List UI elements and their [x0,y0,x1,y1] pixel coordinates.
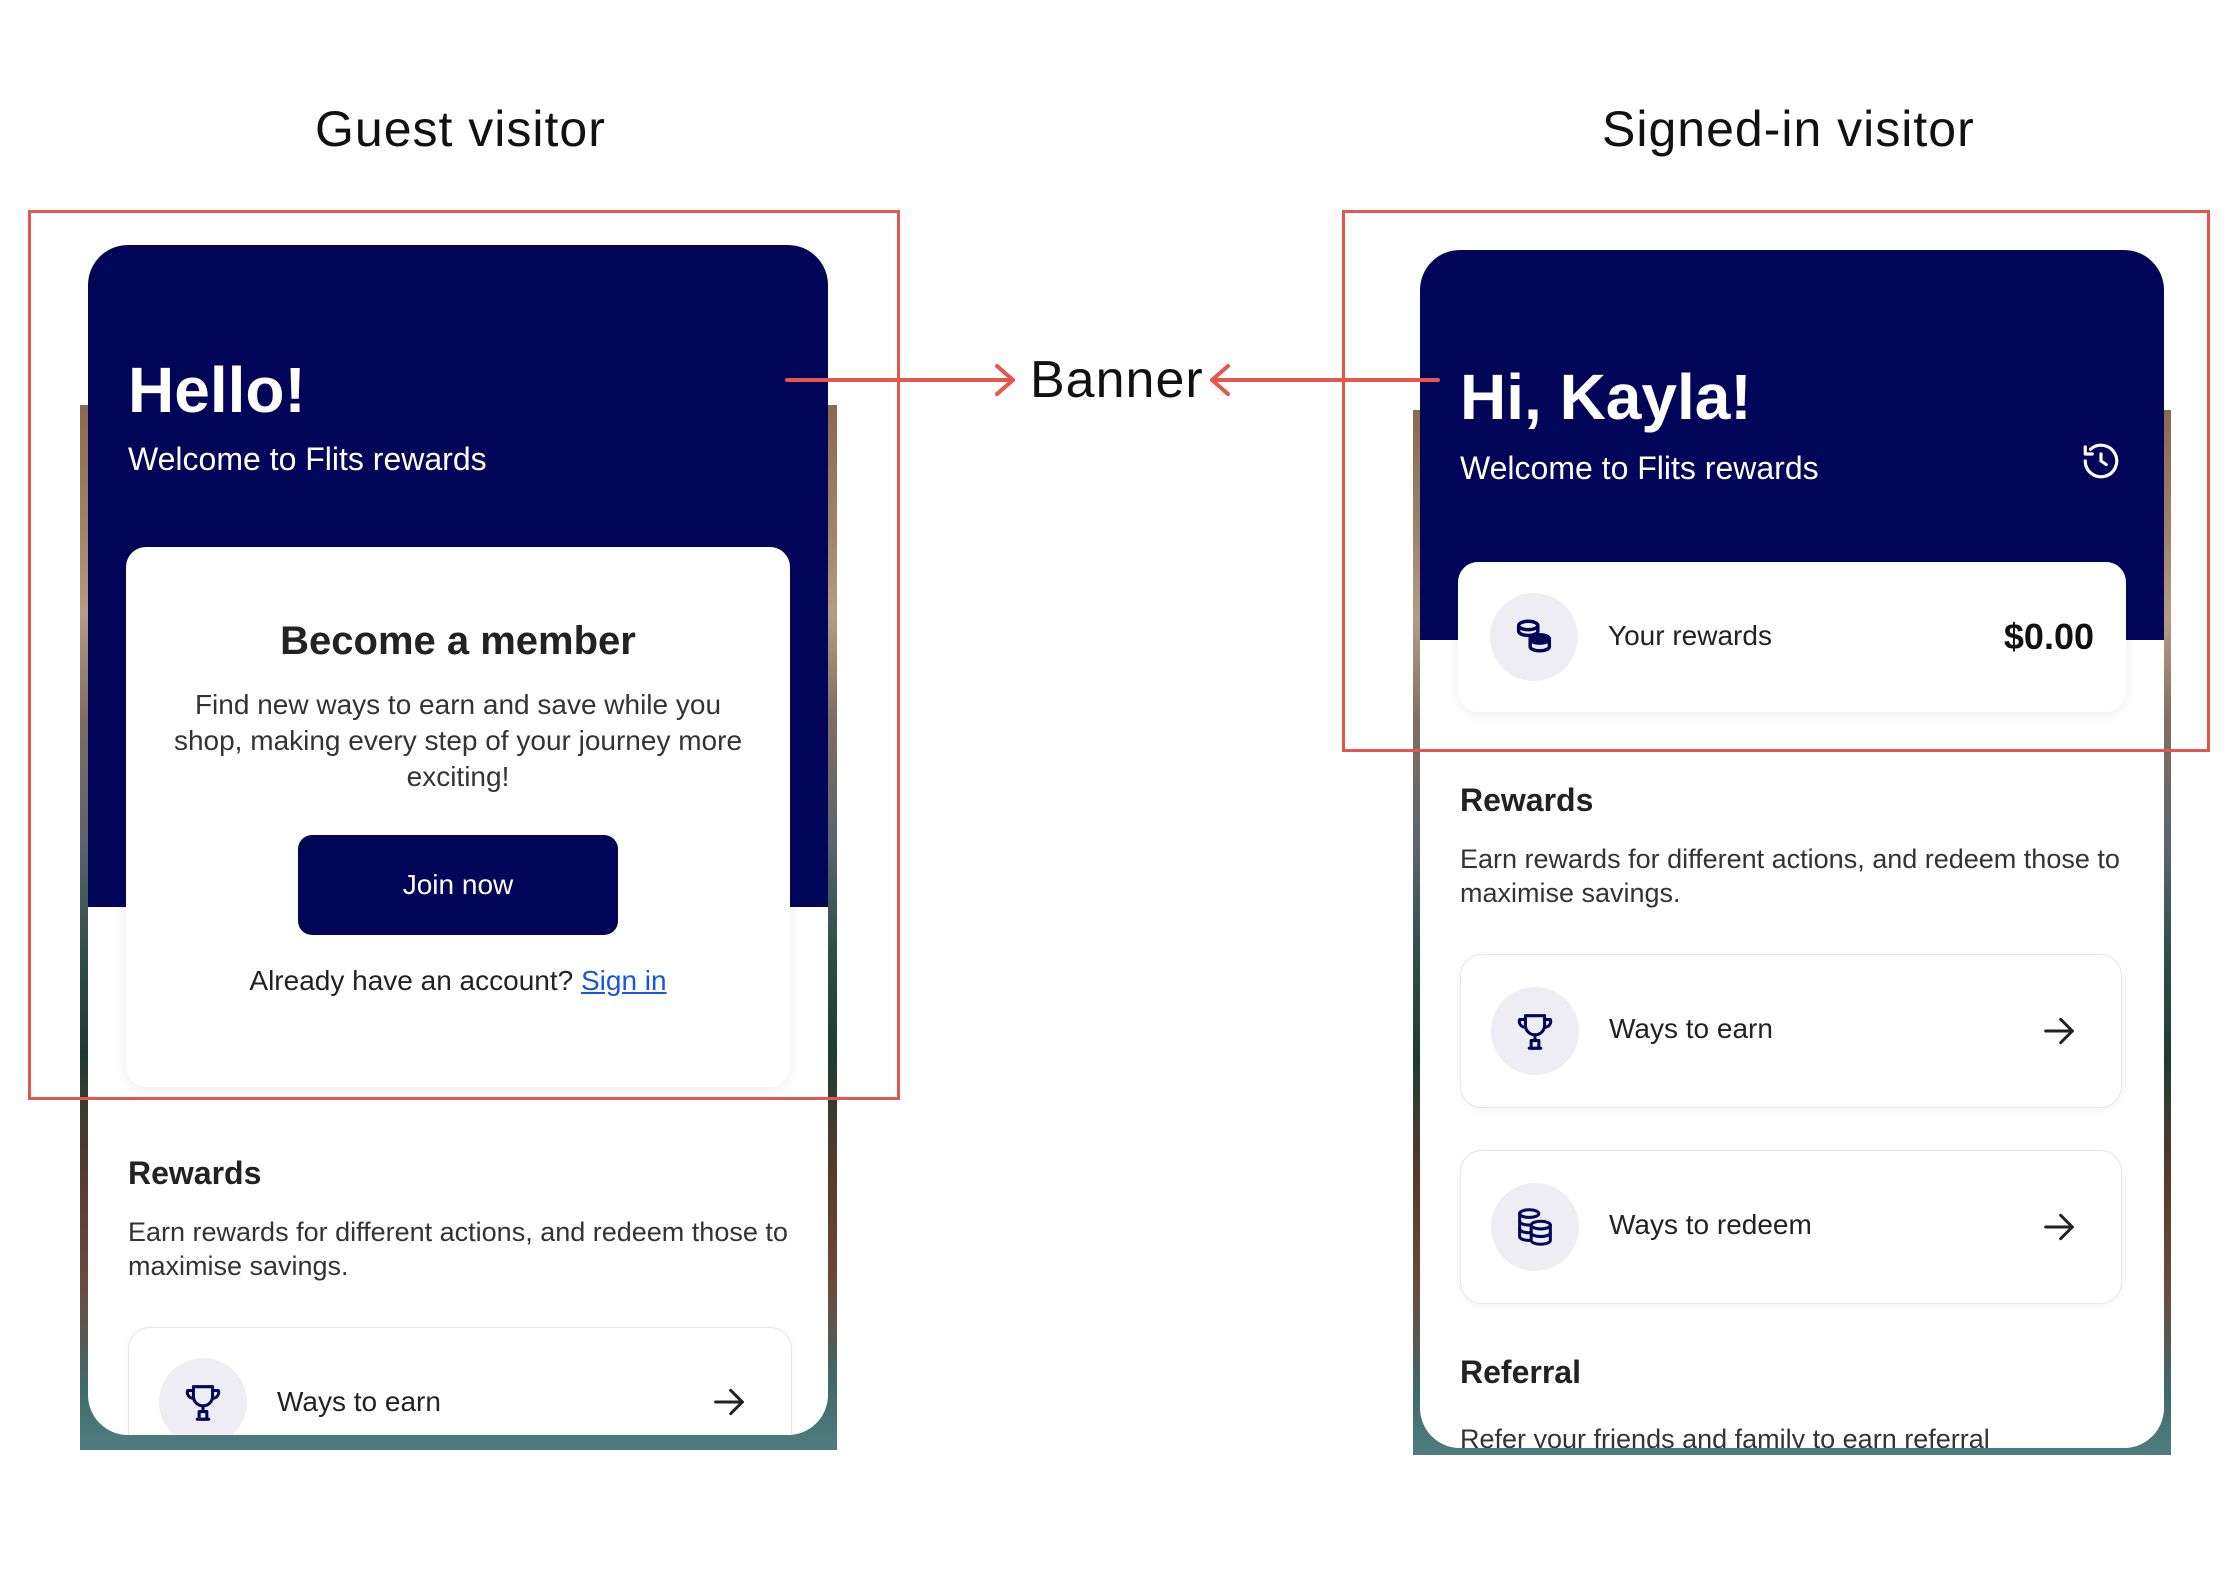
referral-description: Refer your friends and family to earn re… [1460,1424,1990,1448]
banner-arrow-left [785,364,1015,396]
arrow-right-icon [2044,1017,2074,1045]
arrow-right-icon [2044,1213,2074,1241]
banner-label: Banner [1030,351,1204,409]
trophy-icon [159,1358,247,1435]
referral-title: Referral [1460,1354,1581,1390]
banner-arrow-right [1210,364,1440,396]
guest-rewards-description: Earn rewards for different actions, and … [128,1217,788,1281]
coin-stack-icon [1491,1183,1579,1271]
signed-in-banner-highlight [1342,210,2210,752]
signed-in-ways-to-redeem-row[interactable]: Ways to redeem [1460,1150,2122,1304]
signed-in-rewards-description: Earn rewards for different actions, and … [1460,844,2120,908]
guest-caption: Guest visitor [315,101,606,157]
trophy-icon [1491,987,1579,1075]
signed-in-rewards-title: Rewards [1460,782,1594,818]
guest-rewards-title: Rewards [128,1155,262,1191]
signed-in-caption: Signed-in visitor [1602,101,1975,157]
signed-in-ways-to-redeem-label: Ways to redeem [1609,1209,1812,1240]
guest-banner-highlight [28,210,900,1100]
signed-in-ways-to-earn-label: Ways to earn [1609,1013,1773,1044]
guest-ways-to-earn-label: Ways to earn [277,1386,441,1417]
arrow-right-icon [714,1388,744,1416]
guest-ways-to-earn-row[interactable]: Ways to earn [128,1327,792,1435]
signed-in-ways-to-earn-row[interactable]: Ways to earn [1460,954,2122,1108]
